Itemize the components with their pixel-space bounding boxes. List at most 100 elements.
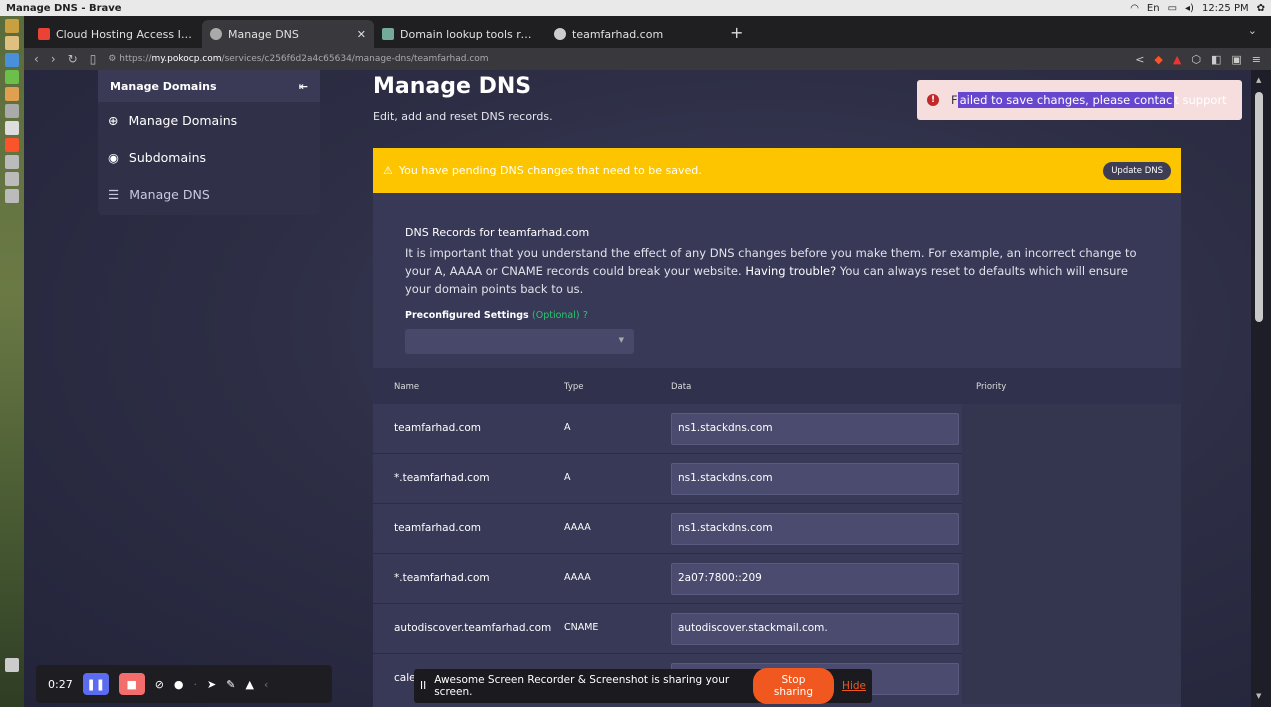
trash-icon[interactable] xyxy=(5,658,19,672)
tab-chatgpt[interactable]: Domain lookup tools recomm xyxy=(374,20,546,48)
brave-icon[interactable] xyxy=(5,138,19,152)
recording-timer: 0:27 xyxy=(48,677,73,691)
clock[interactable]: 12:25 PM xyxy=(1202,3,1249,14)
dot-circle-icon: ◉ xyxy=(108,150,119,165)
sidebar-item-manage-dns[interactable]: ☰ Manage DNS xyxy=(98,176,320,213)
back-icon[interactable]: ‹ xyxy=(34,52,39,66)
table-row: *.teamfarhad.com A ns1.stackdns.com xyxy=(373,454,1181,504)
firefox-icon[interactable] xyxy=(5,36,19,50)
sidebar-icon[interactable]: ◧ xyxy=(1211,53,1221,66)
error-icon: ! xyxy=(927,94,939,106)
help-icon[interactable]: ? xyxy=(583,310,588,321)
close-tab-icon[interactable]: ✕ xyxy=(357,28,366,41)
page-scrollbar[interactable]: ▲ ▼ xyxy=(1251,70,1271,707)
collapse-chevron-icon[interactable]: ‹ xyxy=(264,678,268,691)
app-icon[interactable] xyxy=(5,172,19,186)
table-row: teamfarhad.com A ns1.stackdns.com xyxy=(373,404,1181,454)
chevron-down-icon: ▼ xyxy=(618,336,624,344)
data-input[interactable]: autodiscover.stackmail.com. xyxy=(671,613,959,645)
camera-off-icon[interactable]: ⊘ xyxy=(155,678,164,691)
preconfigured-select[interactable]: ▼ xyxy=(405,329,634,354)
address-bar: ‹ › ↻ ▯ ⚙ https://my.pokocp.com/services… xyxy=(24,48,1271,70)
pause-recording-button[interactable]: ❚❚ xyxy=(82,673,109,695)
globe-icon xyxy=(210,28,222,40)
page-title: Manage DNS xyxy=(373,74,532,99)
keyboard-layout[interactable]: En xyxy=(1147,3,1160,14)
table-row: autodiscover.teamfarhad.com CNAME autodi… xyxy=(373,604,1181,654)
table-row: teamfarhad.com AAAA ns1.stackdns.com xyxy=(373,504,1181,554)
tab-gmail[interactable]: Cloud Hosting Access Inform xyxy=(30,20,202,48)
files-icon[interactable] xyxy=(5,19,19,33)
wifi-icon[interactable]: ◠ xyxy=(1130,3,1139,14)
sheets-icon[interactable] xyxy=(5,70,19,84)
stop-recording-button[interactable]: ■ xyxy=(118,673,145,695)
share-text: Awesome Screen Recorder & Screenshot is … xyxy=(434,674,730,698)
priority-cell xyxy=(962,604,1181,654)
new-tab-button[interactable]: + xyxy=(718,23,755,48)
toolbar-actions: < ◆ ▲ ⬡ ◧ ▣ ≡ xyxy=(1135,53,1261,66)
brave-shields-icon[interactable]: ◆ xyxy=(1154,53,1162,66)
screen-share-bar: II Awesome Screen Recorder & Screenshot … xyxy=(414,668,872,704)
pen-icon[interactable]: ✎ xyxy=(226,678,235,691)
list-icon: ☰ xyxy=(108,187,120,202)
priority-cell xyxy=(962,454,1181,504)
tab-bar: Cloud Hosting Access Inform Manage DNS ✕… xyxy=(24,16,1271,48)
url-field[interactable]: ⚙ https://my.pokocp.com/services/c256f6d… xyxy=(108,54,1123,64)
panel-description: It is important that you understand the … xyxy=(405,246,1137,296)
data-input[interactable]: ns1.stackdns.com xyxy=(671,413,959,445)
os-top-bar: Manage DNS - Brave ◠ En ▭ ◂) 12:25 PM ✿ xyxy=(0,0,1271,16)
app-icon[interactable] xyxy=(5,189,19,203)
priority-cell xyxy=(962,404,1181,454)
menu-icon[interactable]: ≡ xyxy=(1252,53,1261,66)
volume-icon[interactable]: ◂) xyxy=(1185,3,1194,14)
microphone-icon[interactable]: ● xyxy=(174,678,184,691)
share-icon[interactable]: < xyxy=(1135,53,1144,66)
brave-rewards-icon[interactable]: ▲ xyxy=(1173,53,1181,66)
collapse-icon[interactable]: ⇤ xyxy=(299,80,308,93)
sidebar-header: Manage Domains ⇤ xyxy=(98,70,320,102)
tab-manage-dns[interactable]: Manage DNS ✕ xyxy=(202,20,374,48)
toast-message: Failed to save changes, please contac t s… xyxy=(951,92,1227,108)
data-input[interactable]: 2a07:7800::209 xyxy=(671,563,959,595)
col-priority: Priority xyxy=(976,382,1007,392)
gmail-icon xyxy=(38,28,50,40)
chrome-icon[interactable] xyxy=(5,121,19,135)
wallet-icon[interactable]: ▣ xyxy=(1231,53,1241,66)
docs-icon[interactable] xyxy=(5,53,19,67)
globe-icon: ⊕ xyxy=(108,113,119,128)
scroll-up-icon[interactable]: ▲ xyxy=(1256,76,1261,84)
priority-cell xyxy=(962,504,1181,554)
sidebar-item-subdomains[interactable]: ◉ Subdomains xyxy=(98,139,320,176)
scroll-thumb[interactable] xyxy=(1255,92,1263,322)
cursor-icon[interactable]: ➤ xyxy=(207,678,216,691)
panel-title: DNS Records for teamfarhad.com xyxy=(405,226,590,239)
reload-icon[interactable]: ↻ xyxy=(68,52,78,66)
forward-icon[interactable]: › xyxy=(51,52,56,66)
scroll-down-icon[interactable]: ▼ xyxy=(1256,692,1261,700)
table-header: Name Type Data Priority xyxy=(373,368,1181,404)
app-icon[interactable] xyxy=(5,155,19,169)
window-title: Manage DNS - Brave xyxy=(6,2,122,14)
battery-icon[interactable]: ▭ xyxy=(1168,3,1177,14)
alert-text: You have pending DNS changes that need t… xyxy=(398,164,702,177)
sidebar-item-manage-domains[interactable]: ⊕ Manage Domains xyxy=(98,102,320,139)
eraser-icon[interactable]: ▲ xyxy=(245,678,253,691)
update-dns-button[interactable]: Update DNS xyxy=(1103,161,1171,180)
globe-icon xyxy=(554,28,566,40)
col-type: Type xyxy=(564,382,584,392)
chevron-down-icon[interactable]: ⌄ xyxy=(1248,24,1257,37)
data-input[interactable]: ns1.stackdns.com xyxy=(671,513,959,545)
settings-icon[interactable]: ✿ xyxy=(1257,3,1265,14)
tab-teamfarhad[interactable]: teamfarhad.com xyxy=(546,20,718,48)
hide-link[interactable]: Hide xyxy=(842,680,866,692)
domain-sidebar: Manage Domains ⇤ ⊕ Manage Domains ◉ Subd… xyxy=(98,70,320,215)
extensions-icon[interactable]: ⬡ xyxy=(1191,53,1201,66)
data-input[interactable]: ns1.stackdns.com xyxy=(671,463,959,495)
col-data: Data xyxy=(671,382,692,392)
error-toast[interactable]: ! Failed to save changes, please contac t… xyxy=(917,80,1242,120)
bookmark-icon[interactable]: ▯ xyxy=(90,52,97,66)
site-settings-icon[interactable]: ⚙ xyxy=(108,54,119,64)
slides-icon[interactable] xyxy=(5,87,19,101)
stop-sharing-button[interactable]: Stop sharing xyxy=(752,668,835,704)
calc-icon[interactable] xyxy=(5,104,19,118)
